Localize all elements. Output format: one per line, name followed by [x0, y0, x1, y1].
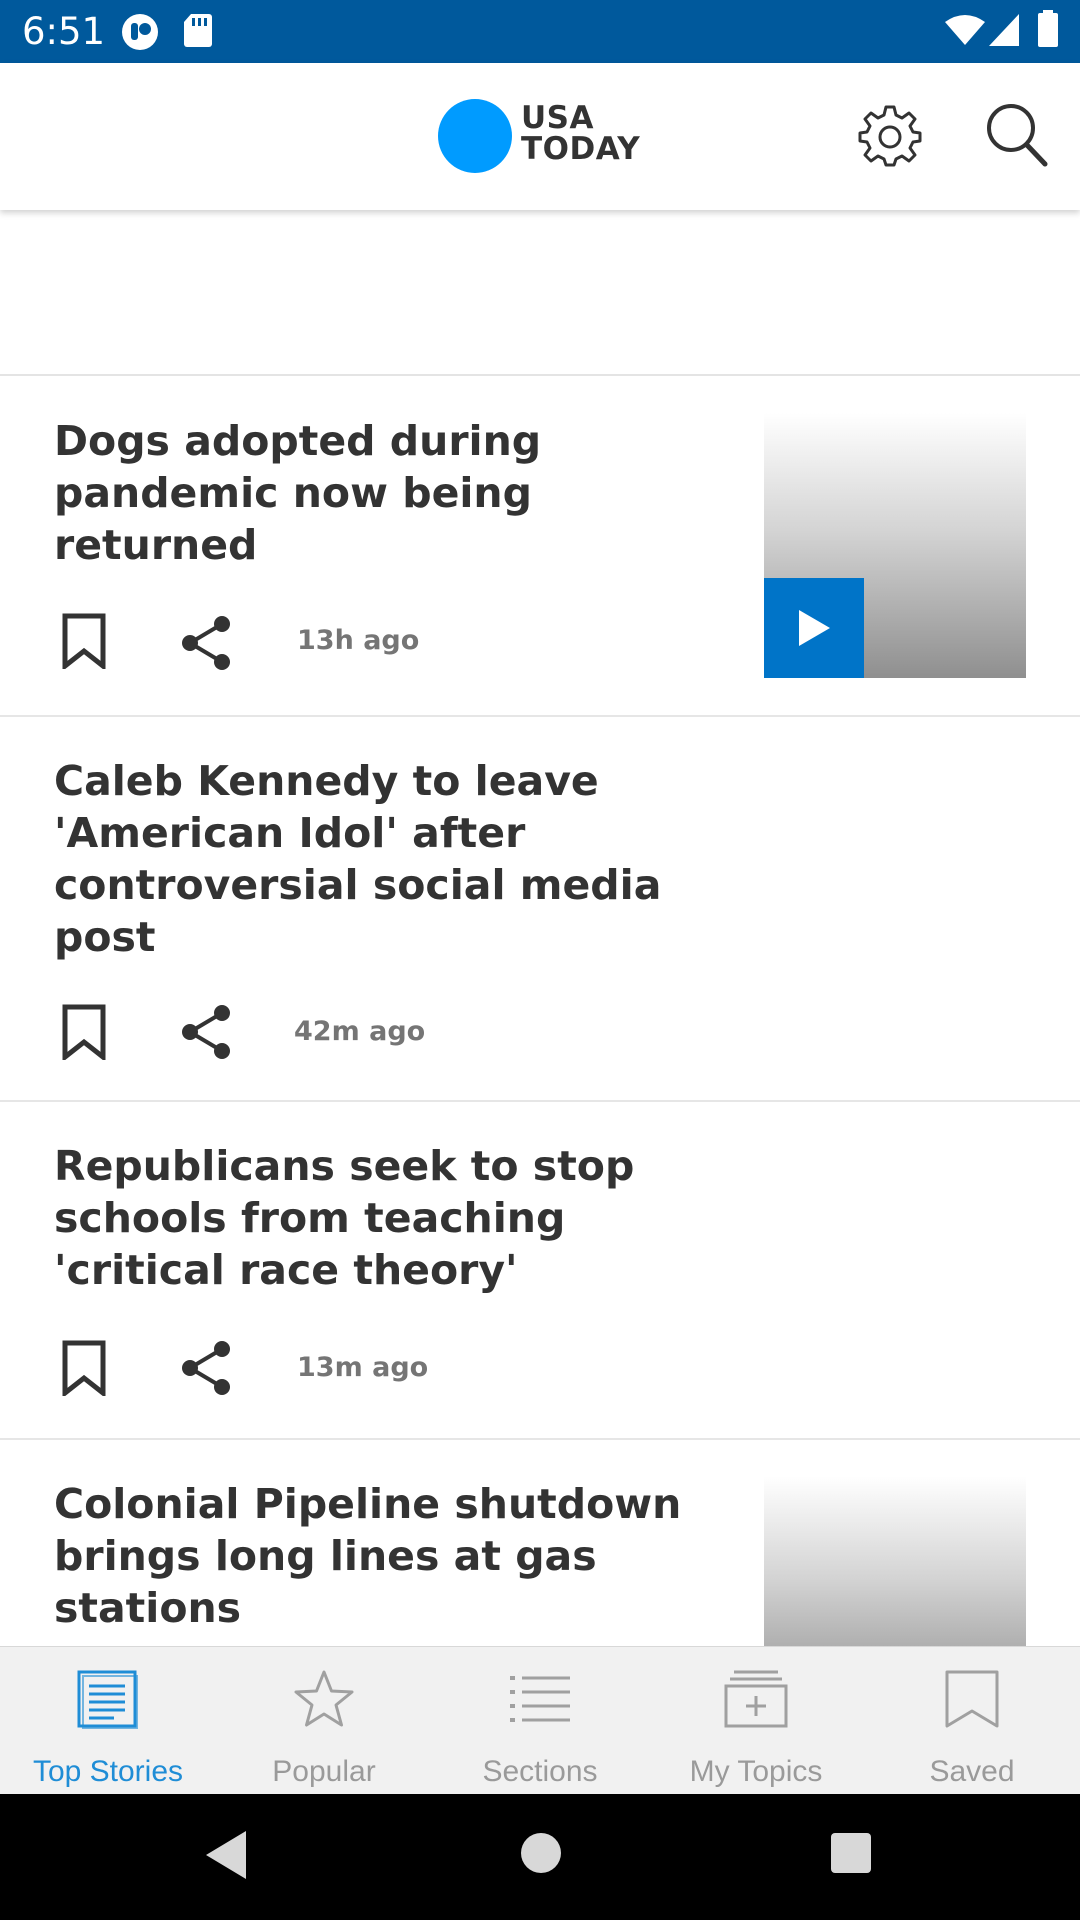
share-icon[interactable] [180, 1340, 232, 1401]
logo-line-usa: USA [521, 100, 594, 136]
nav-label: Popular [272, 1755, 376, 1788]
share-icon[interactable] [180, 615, 232, 676]
nav-label: Saved [929, 1755, 1015, 1788]
story-thumbnail[interactable] [764, 413, 1026, 678]
story-title[interactable]: Republicans seek to stop schools from te… [54, 1140, 694, 1296]
title-line: schools from teaching [54, 1194, 566, 1242]
story-timestamp: 13m ago [297, 1352, 429, 1383]
story-timestamp: 13h ago [297, 625, 420, 656]
story-actions: 13h ago [54, 613, 554, 683]
story-timestamp: 42m ago [294, 1016, 426, 1047]
bookmark-icon[interactable] [62, 1340, 106, 1401]
play-button[interactable] [764, 578, 864, 678]
newspaper-icon [77, 1670, 138, 1729]
story-card[interactable]: Republicans seek to stop schools from te… [0, 1102, 1080, 1440]
nav-my-topics[interactable]: My Topics [648, 1647, 864, 1795]
story-actions: 42m ago [54, 1004, 554, 1074]
title-line: Republicans seek to stop [54, 1142, 635, 1190]
bookmark-icon [945, 1670, 999, 1728]
title-line: Dogs adopted during [54, 417, 542, 465]
list-icon [510, 1676, 570, 1722]
topics-folder-icon [724, 1670, 788, 1728]
story-card[interactable]: Dogs adopted during pandemic now being r… [0, 377, 1080, 717]
nav-saved[interactable]: Saved [864, 1647, 1080, 1795]
app-header: USA TODAY [0, 63, 1080, 210]
recents-icon[interactable] [830, 1832, 872, 1879]
nav-sections[interactable]: Sections [432, 1647, 648, 1795]
story-title[interactable]: Caleb Kennedy to leave 'American Idol' a… [54, 755, 694, 963]
gear-icon[interactable] [858, 103, 922, 172]
title-line: Caleb Kennedy to leave [54, 757, 599, 805]
bookmark-icon[interactable] [62, 613, 106, 674]
title-line: post [54, 913, 156, 961]
title-line: 'critical race theory' [54, 1246, 518, 1294]
status-bar: 6:51 [0, 0, 1080, 63]
logo-text: USA TODAY [521, 103, 640, 165]
cell-signal-icon [988, 13, 1020, 52]
nav-label: My Topics [689, 1755, 823, 1788]
bottom-navigation: Top Stories Popular Sections My Topics S… [0, 1646, 1080, 1794]
bookmark-icon[interactable] [62, 1004, 106, 1065]
title-line: brings long lines at gas [54, 1532, 597, 1580]
sd-card-icon [183, 12, 213, 53]
search-icon[interactable] [984, 101, 1048, 172]
story-card[interactable]: Caleb Kennedy to leave 'American Idol' a… [0, 717, 1080, 1102]
story-card[interactable]: Colonial Pipeline shutdown brings long l… [0, 1440, 1080, 1706]
title-line: stations [54, 1584, 242, 1632]
ad-space [0, 210, 1080, 376]
notification-app-icon [120, 12, 160, 57]
logo-circle [438, 99, 512, 173]
share-icon[interactable] [180, 1004, 232, 1065]
title-line: Colonial Pipeline shutdown [54, 1480, 682, 1528]
title-line: controversial social media [54, 861, 662, 909]
battery-icon [1037, 10, 1059, 53]
nav-popular[interactable]: Popular [216, 1647, 432, 1795]
nav-label: Sections [482, 1755, 598, 1788]
back-icon[interactable] [204, 1829, 248, 1886]
play-icon [799, 610, 830, 646]
nav-top-stories[interactable]: Top Stories [0, 1647, 216, 1795]
story-title[interactable]: Colonial Pipeline shutdown brings long l… [54, 1478, 694, 1634]
title-line: returned [54, 521, 258, 569]
status-time: 6:51 [22, 10, 106, 53]
star-icon [294, 1670, 354, 1727]
story-title[interactable]: Dogs adopted during pandemic now being r… [54, 415, 694, 571]
home-icon[interactable] [520, 1832, 562, 1879]
title-line: pandemic now being [54, 469, 532, 517]
title-line: 'American Idol' after [54, 809, 526, 857]
logo-line-today: TODAY [521, 131, 641, 167]
nav-label: Top Stories [32, 1755, 184, 1788]
system-navigation-bar [0, 1794, 1080, 1920]
wifi-icon [944, 14, 986, 51]
story-actions: 13m ago [54, 1340, 554, 1410]
